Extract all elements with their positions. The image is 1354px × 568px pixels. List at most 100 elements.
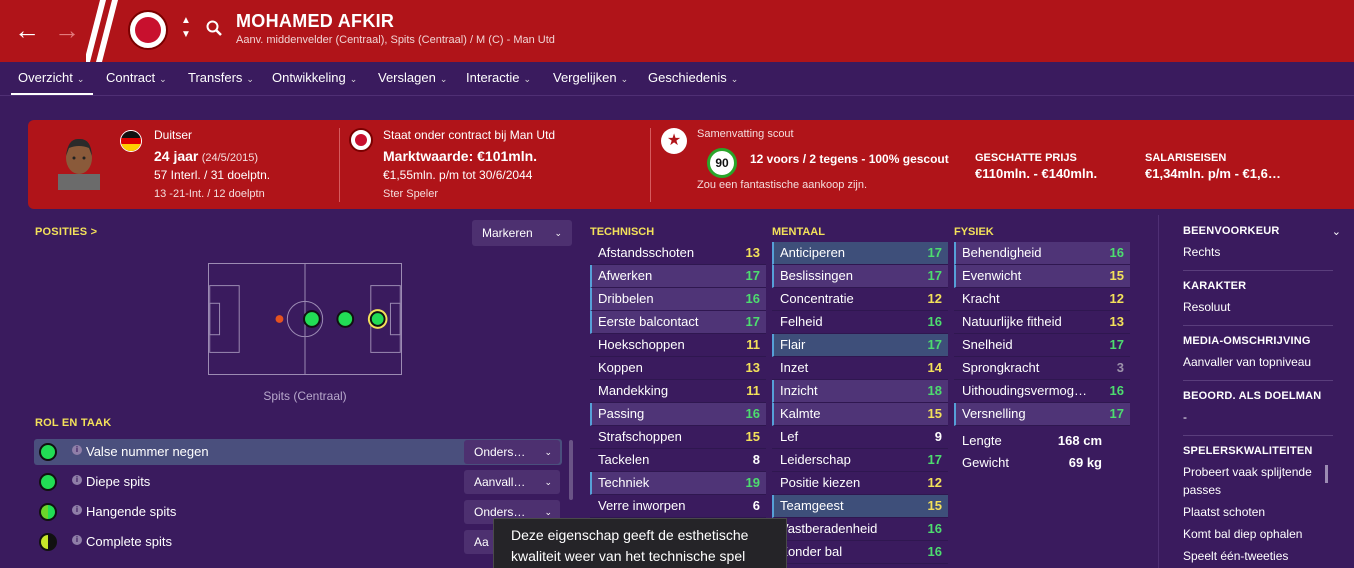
role-row[interactable]: i Diepe spits Aanvall… ⌄ xyxy=(34,469,562,495)
tab-overzicht[interactable]: Overzicht ⌄ xyxy=(10,70,94,95)
wage-info: €1,55mln. p/m tot 30/6/2044 xyxy=(383,168,533,182)
chevron-down-icon: ⌄ xyxy=(76,74,85,84)
attribute-row[interactable]: Techniek 19 xyxy=(590,472,766,495)
attribute-row[interactable]: Kalmte 15 xyxy=(772,403,948,426)
divider xyxy=(339,128,340,202)
attribute-row[interactable]: Flair 17 xyxy=(772,334,948,357)
salary-label: SALARISEISEN xyxy=(1145,152,1227,164)
info-icon[interactable]: i xyxy=(72,475,82,485)
forward-arrow-icon[interactable]: → xyxy=(54,16,80,44)
duty-dropdown[interactable]: Onders… ⌄ xyxy=(464,440,560,464)
back-arrow-icon[interactable]: ← xyxy=(14,16,40,44)
trait-item: Speelt één-tweeties xyxy=(1183,549,1289,563)
salary-value: €1,34mln. p/m - €1,6… xyxy=(1145,166,1281,181)
role-suitability-icon xyxy=(39,473,57,491)
attribute-row[interactable]: Lef 9 xyxy=(772,426,948,449)
traits-scrollbar[interactable] xyxy=(1325,465,1328,483)
physical-attributes: FYSIEK Behendigheid 16 Evenwicht 15 Kracht… xyxy=(954,224,1130,474)
scout-note: Zou een fantastische aankoop zijn. xyxy=(697,179,868,191)
nationality: Duitser xyxy=(154,128,193,142)
tab-interactie[interactable]: Interactie ⌄ xyxy=(466,70,531,85)
chevron-down-icon: ⌄ xyxy=(730,74,739,84)
attribute-row[interactable]: Hoekschoppen 11 xyxy=(590,334,766,357)
weight-row: Gewicht 69 kg xyxy=(962,455,1102,470)
attribute-row[interactable]: Anticiperen 17 xyxy=(772,242,948,265)
attribute-row[interactable]: Afwerken 17 xyxy=(590,265,766,288)
attribute-row[interactable]: Strafschoppen 15 xyxy=(590,426,766,449)
tab-geschiedenis[interactable]: Geschiedenis ⌄ xyxy=(648,70,738,85)
height-row: Lengte 168 cm xyxy=(962,433,1102,448)
scout-rating-badge[interactable]: 90 xyxy=(707,148,737,178)
attribute-row[interactable]: Afstandsschoten 13 xyxy=(590,242,766,265)
player-summary-bar: Duitser 24 jaar (24/5/2015) 57 Interl. /… xyxy=(28,120,1354,209)
attribute-row[interactable]: Kracht 12 xyxy=(954,288,1130,311)
technical-attributes: TECHNISCH Afstandsschoten 13 Afwerken 17 D… xyxy=(590,224,766,518)
positions-title[interactable]: POSITIES > xyxy=(35,226,97,238)
tab-contract[interactable]: Contract ⌄ xyxy=(106,70,167,85)
attribute-row[interactable]: Beslissingen 17 xyxy=(772,265,948,288)
attribute-row[interactable]: Eerste balcontact 17 xyxy=(590,311,766,334)
header-bar: ← → ▲ ▼ MOHAMED AFKIR Aanv. middenvelder … xyxy=(0,0,1354,62)
chevron-down-icon: ⌄ xyxy=(349,74,358,84)
attribute-row[interactable]: Zonder bal 16 xyxy=(772,541,948,564)
attribute-row[interactable]: Mandekking 11 xyxy=(590,380,766,403)
search-icon[interactable] xyxy=(206,20,222,36)
tab-ontwikkeling[interactable]: Ontwikkeling ⌄ xyxy=(272,70,357,85)
star-icon: ★ xyxy=(661,128,687,154)
attribute-row[interactable]: Natuurlijke fitheid 13 xyxy=(954,311,1130,334)
duty-dropdown[interactable]: Aanvall… ⌄ xyxy=(464,470,560,494)
chevron-down-icon: ⌄ xyxy=(554,228,562,238)
chevron-down-icon[interactable]: ⌄ xyxy=(1332,225,1341,238)
attribute-row[interactable]: Snelheid 17 xyxy=(954,334,1130,357)
role-row[interactable]: i Hangende spits Onders… ⌄ xyxy=(34,499,562,525)
attribute-row[interactable]: Behendigheid 16 xyxy=(954,242,1130,265)
roles-scrollbar[interactable] xyxy=(569,440,573,500)
attribute-row[interactable]: Vastberadenheid 16 xyxy=(772,518,948,541)
tab-verslagen[interactable]: Verslagen ⌄ xyxy=(378,70,447,85)
tab-bar: Overzicht ⌄ Contract ⌄ Transfers ⌄ Ontwikke… xyxy=(0,62,1354,96)
player-positions: Aanv. middenvelder (Centraal), Spits (Ce… xyxy=(236,34,555,46)
attribute-row[interactable]: Concentratie 12 xyxy=(772,288,948,311)
attribute-row[interactable]: Dribbelen 16 xyxy=(590,288,766,311)
player-traits: SPELERSKWALITEITEN Probeert vaak splijte… xyxy=(1183,445,1333,568)
attribute-row[interactable]: Teamgeest 15 xyxy=(772,495,948,518)
attribute-row[interactable]: Felheid 16 xyxy=(772,311,948,334)
attribute-row[interactable]: Uithoudingsvermog… 16 xyxy=(954,380,1130,403)
attribute-row[interactable]: Inzet 14 xyxy=(772,357,948,380)
attribute-row[interactable]: Inzicht 18 xyxy=(772,380,948,403)
chevron-down-icon: ⌄ xyxy=(523,74,532,84)
header-stripes xyxy=(86,0,118,62)
attribute-row[interactable]: Koppen 13 xyxy=(590,357,766,380)
tab-vergelijken[interactable]: Vergelijken ⌄ xyxy=(553,70,628,85)
player-name: MOHAMED AFKIR xyxy=(236,11,395,31)
chevron-down-icon: ⌄ xyxy=(620,74,629,84)
technical-title: TECHNISCH xyxy=(590,226,655,238)
player-cycle-icon[interactable]: ▲ ▼ xyxy=(181,14,191,42)
tab-transfers[interactable]: Transfers ⌄ xyxy=(188,70,254,85)
player-avatar[interactable] xyxy=(58,134,100,190)
info-icon[interactable]: i xyxy=(72,535,82,545)
scout-summary: 12 voors / 2 tegens - 100% gescout xyxy=(750,152,949,166)
price-label: GESCHATTE PRIJS xyxy=(975,152,1077,164)
attribute-row[interactable]: Positie kiezen 12 xyxy=(772,472,948,495)
attribute-row[interactable]: Evenwicht 15 xyxy=(954,265,1130,288)
attribute-row[interactable]: Sprongkracht 3 xyxy=(954,357,1130,380)
position-label: Spits (Centraal) xyxy=(263,389,347,403)
info-icon[interactable]: i xyxy=(72,505,82,515)
role-row[interactable]: i Complete spits Aa xyxy=(34,529,562,555)
markeren-dropdown[interactable]: Markeren ⌄ xyxy=(472,220,572,246)
germany-flag-icon xyxy=(120,130,142,152)
attribute-row[interactable]: Verre inworpen 6 xyxy=(590,495,766,518)
player-info-panel: BEENVOORKEUR Rechts ⌄ KARAKTER Resoluut … xyxy=(1158,215,1354,568)
info-icon[interactable]: i xyxy=(72,445,82,455)
attribute-row[interactable]: Leiderschap 17 xyxy=(772,449,948,472)
preferred-foot[interactable]: BEENVOORKEUR Rechts ⌄ xyxy=(1183,225,1341,271)
market-value: Marktwaarde: €101mln. xyxy=(383,148,538,164)
youth-caps: 13 -21-Int. / 12 doelptn xyxy=(154,188,265,200)
positions-panel: POSITIES > Markeren ⌄ Spits (Centraal) RO… xyxy=(28,215,578,568)
role-row[interactable]: i Valse nummer negen Onders… ⌄ xyxy=(34,439,562,465)
attribute-row[interactable]: Versnelling 17 xyxy=(954,403,1130,426)
club-badge-icon[interactable] xyxy=(128,10,168,50)
attribute-row[interactable]: Tackelen 8 xyxy=(590,449,766,472)
attribute-row[interactable]: Passing 16 xyxy=(590,403,766,426)
